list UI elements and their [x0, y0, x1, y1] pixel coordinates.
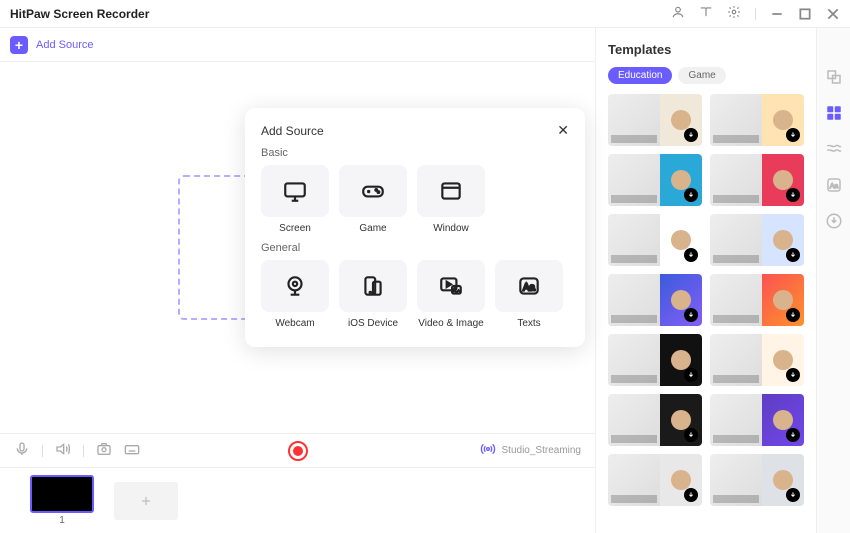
template-grid	[608, 94, 804, 506]
tool-layers-icon[interactable]	[825, 68, 843, 86]
window-icon	[417, 165, 485, 217]
right-sidebar: Aa	[816, 28, 850, 533]
source-game[interactable]: Game	[339, 165, 407, 234]
close-button[interactable]	[826, 7, 840, 21]
template-filters: Education Game	[608, 67, 804, 84]
book-icon[interactable]	[699, 5, 713, 22]
plus-icon[interactable]	[114, 482, 178, 520]
toolbar-bottom-left	[14, 441, 140, 460]
stream-icon[interactable]	[480, 441, 496, 460]
filter-education[interactable]: Education	[608, 67, 672, 84]
download-icon[interactable]	[786, 188, 800, 202]
screen-icon	[261, 165, 329, 217]
svg-text:Aa: Aa	[829, 183, 838, 190]
download-icon[interactable]	[786, 128, 800, 142]
template-item[interactable]	[608, 454, 702, 506]
filter-game[interactable]: Game	[678, 67, 725, 84]
tool-effects-icon[interactable]	[825, 140, 843, 158]
divider	[83, 445, 84, 457]
toolbar-bottom-center	[288, 441, 308, 461]
modal-close-button[interactable]: ✕	[557, 122, 569, 139]
tool-templates-icon[interactable]	[825, 104, 843, 122]
toolbar-bottom-right: Studio_Streaming	[480, 441, 582, 460]
templates-title: Templates	[608, 42, 804, 57]
download-icon[interactable]	[684, 248, 698, 262]
download-icon[interactable]	[786, 248, 800, 262]
speaker-icon[interactable]	[55, 441, 71, 460]
template-item[interactable]	[710, 214, 804, 266]
add-source-label[interactable]: Add Source	[36, 39, 93, 51]
template-item[interactable]	[710, 394, 804, 446]
account-icon[interactable]	[671, 5, 685, 22]
template-item[interactable]	[608, 214, 702, 266]
source-window[interactable]: Window	[417, 165, 485, 234]
template-item[interactable]	[608, 334, 702, 386]
scene-number: 1	[59, 515, 65, 526]
text-icon: Aa	[495, 260, 563, 312]
basic-sources: Screen Game Window	[261, 165, 569, 234]
ios-icon	[339, 260, 407, 312]
titlebar: HitPaw Screen Recorder	[0, 0, 850, 28]
general-sources: Webcam iOS Device Video & Image Aa Texts	[261, 260, 569, 329]
download-icon[interactable]	[684, 128, 698, 142]
download-icon[interactable]	[684, 188, 698, 202]
template-item[interactable]	[710, 334, 804, 386]
download-icon[interactable]	[684, 368, 698, 382]
basic-label: Basic	[261, 147, 569, 159]
source-media[interactable]: Video & Image	[417, 260, 485, 329]
template-item[interactable]	[710, 154, 804, 206]
source-ios[interactable]: iOS Device	[339, 260, 407, 329]
template-item[interactable]	[710, 454, 804, 506]
toolbar-top: + Add Source	[0, 28, 595, 62]
add-source-modal: Add Source ✕ Basic Screen Game Window Ge…	[245, 108, 585, 347]
source-webcam[interactable]: Webcam	[261, 260, 329, 329]
source-screen[interactable]: Screen	[261, 165, 329, 234]
templates-panel: Templates Education Game	[596, 28, 816, 533]
scenes-row: 1	[0, 467, 595, 533]
scene-add[interactable]	[114, 482, 178, 520]
template-item[interactable]	[710, 94, 804, 146]
maximize-button[interactable]	[798, 7, 812, 21]
main: + Add Source A Studio_Streaming	[0, 28, 850, 533]
tool-text-icon[interactable]: Aa	[825, 176, 843, 194]
download-icon[interactable]	[786, 428, 800, 442]
modal-title: Add Source	[261, 124, 324, 138]
gear-icon[interactable]	[727, 5, 741, 22]
download-icon[interactable]	[684, 488, 698, 502]
download-icon[interactable]	[684, 308, 698, 322]
svg-text:Aa: Aa	[523, 282, 536, 293]
divider	[755, 8, 756, 20]
scene-1[interactable]: 1	[30, 475, 94, 526]
scene-thumb[interactable]	[30, 475, 94, 513]
camera-icon[interactable]	[96, 441, 112, 460]
toolbar-bottom: Studio_Streaming	[0, 433, 595, 467]
divider	[42, 445, 43, 457]
webcam-icon	[261, 260, 329, 312]
media-icon	[417, 260, 485, 312]
editor-area: + Add Source A Studio_Streaming	[0, 28, 596, 533]
stream-label[interactable]: Studio_Streaming	[502, 445, 582, 456]
gamepad-icon	[339, 165, 407, 217]
app-title: HitPaw Screen Recorder	[10, 7, 149, 21]
minimize-button[interactable]	[770, 7, 784, 21]
general-label: General	[261, 242, 569, 254]
source-texts[interactable]: Aa Texts	[495, 260, 563, 329]
template-item[interactable]	[608, 394, 702, 446]
titlebar-right	[671, 5, 840, 22]
template-item[interactable]	[608, 274, 702, 326]
mic-icon[interactable]	[14, 441, 30, 460]
keyboard-icon[interactable]	[124, 441, 140, 460]
template-item[interactable]	[608, 94, 702, 146]
download-icon[interactable]	[786, 368, 800, 382]
download-icon[interactable]	[684, 428, 698, 442]
download-icon[interactable]	[786, 488, 800, 502]
template-item[interactable]	[710, 274, 804, 326]
download-icon[interactable]	[786, 308, 800, 322]
template-item[interactable]	[608, 154, 702, 206]
record-button[interactable]	[288, 441, 308, 461]
tool-download-icon[interactable]	[825, 212, 843, 230]
add-source-button[interactable]: +	[10, 36, 28, 54]
